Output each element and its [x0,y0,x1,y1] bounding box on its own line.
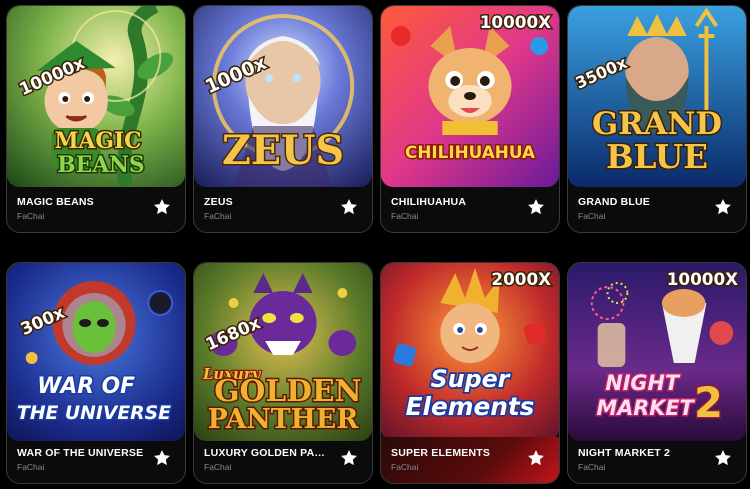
star-icon [715,450,731,466]
game-title: GRAND BLUE [578,196,650,208]
game-thumbnail[interactable]: 10000x MAGIC BEANS [7,6,185,187]
game-logo-line: ZEUS [222,128,344,174]
game-logo-line: THE UNIVERSE [17,402,171,424]
game-title: SUPER ELEMENTS [391,447,491,459]
game-card-grand-blue[interactable]: 3500x GRAND BLUE GRAND BLUE FaChai [567,5,747,233]
game-provider: FaChai [17,211,45,221]
game-title: WAR OF THE UNIVERSE [17,447,144,459]
game-logo-line: PANTHER [208,404,360,435]
star-icon [154,450,170,466]
game-thumbnail[interactable]: 1680x Luxury GOLDEN PANTHER [194,263,372,441]
game-info: NIGHT MARKET 2 FaChai [568,437,746,483]
favorite-button[interactable] [151,196,173,218]
favorite-button[interactable] [338,196,360,218]
game-provider: FaChai [391,211,419,221]
game-thumbnail[interactable]: 3500x GRAND BLUE [568,6,746,187]
game-info: LUXURY GOLDEN PANTHER FaChai [194,437,372,483]
game-provider: FaChai [578,462,606,472]
game-provider: FaChai [391,462,419,472]
game-card-magic-beans[interactable]: 10000x MAGIC BEANS MAGIC BEANS FaChai [6,5,186,233]
multiplier-badge: 10000X [480,12,551,32]
game-info: GRAND BLUE FaChai [568,186,746,232]
game-thumbnail[interactable]: 2000X Super Elements [381,263,559,441]
favorite-button[interactable] [525,447,547,469]
game-provider: FaChai [17,462,45,472]
game-provider: FaChai [204,462,232,472]
game-card-super-elements[interactable]: 2000X Super Elements SUPER ELEMENTS FaCh… [380,262,560,484]
game-thumbnail[interactable]: 300x WAR OF THE UNIVERSE [7,263,185,441]
game-info: WAR OF THE UNIVERSE FaChai [7,437,185,483]
game-title: CHILIHUAHUA [391,196,467,208]
game-logo-line: CHILIHUAHUA [405,142,535,162]
game-logo-line: Elements [406,392,535,421]
game-logo-line: BEANS [57,152,144,178]
game-logo-line: NIGHT [605,371,680,395]
game-provider: FaChai [578,211,606,221]
game-card-luxury-golden-panther[interactable]: 1680x Luxury GOLDEN PANTHER LUXURY GOLDE… [193,262,373,484]
game-thumbnail[interactable]: 10000X CHILIHUAHUA [381,6,559,187]
star-icon [528,450,544,466]
game-thumbnail[interactable]: 10000X NIGHT MARKET 2 [568,263,746,441]
favorite-button[interactable] [525,196,547,218]
game-thumbnail[interactable]: 1000x ZEUS [194,6,372,187]
favorite-button[interactable] [338,447,360,469]
game-title: LUXURY GOLDEN PANTHER [204,447,332,459]
star-icon [341,450,357,466]
game-card-zeus[interactable]: 1000x ZEUS ZEUS FaChai [193,5,373,233]
favorite-button[interactable] [151,447,173,469]
game-info: SUPER ELEMENTS FaChai [381,437,559,483]
game-logo-line: MAGIC [54,128,141,154]
game-grid: 10000x MAGIC BEANS MAGIC BEANS FaChai 10… [0,0,750,489]
game-logo-line: 2 [694,378,723,427]
game-card-war-of-the-universe[interactable]: 300x WAR OF THE UNIVERSE WAR OF THE UNIV… [6,262,186,484]
game-logo-line: WAR OF [37,374,135,399]
game-info: MAGIC BEANS FaChai [7,186,185,232]
game-card-night-market-2[interactable]: 10000X NIGHT MARKET 2 NIGHT MARKET 2 FaC… [567,262,747,484]
game-card-chilihuahua[interactable]: 10000X CHILIHUAHUA CHILIHUAHUA FaChai [380,5,560,233]
game-logo-line: Super [431,365,511,393]
game-info: ZEUS FaChai [194,186,372,232]
favorite-button[interactable] [712,447,734,469]
game-title: MAGIC BEANS [17,196,94,208]
game-logo-line: MARKET [597,396,696,420]
star-icon [154,199,170,215]
star-icon [715,199,731,215]
game-title: ZEUS [204,196,233,208]
favorite-button[interactable] [712,196,734,218]
game-info: CHILIHUAHUA FaChai [381,186,559,232]
multiplier-badge: 2000X [491,269,551,289]
star-icon [341,199,357,215]
game-provider: FaChai [204,211,232,221]
star-icon [528,199,544,215]
game-title: NIGHT MARKET 2 [578,447,671,459]
game-logo-line: BLUE [606,137,708,176]
multiplier-badge: 10000X [667,269,738,289]
